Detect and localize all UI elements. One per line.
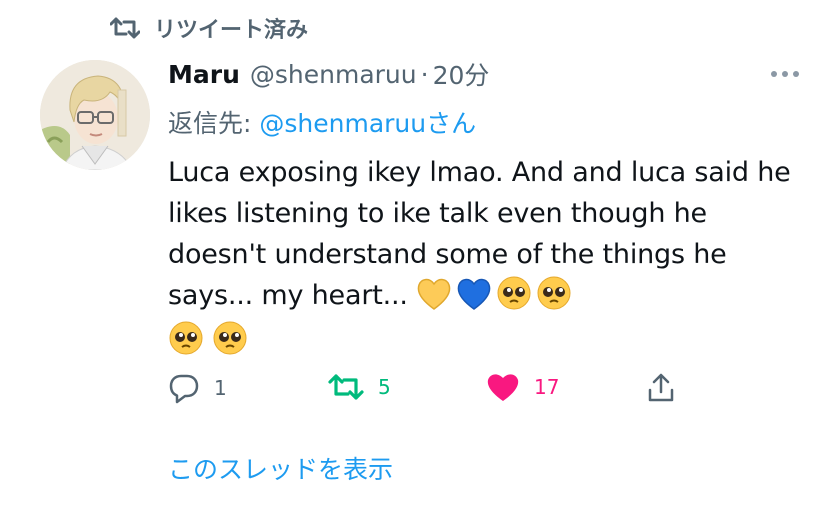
reply-prefix: 返信先: <box>168 109 260 138</box>
reply-to-link[interactable]: @shenmaruu <box>259 109 426 138</box>
blue-heart-icon <box>456 277 492 323</box>
retweet-button[interactable]: 5 <box>328 372 391 402</box>
tweet-body: Maru @shenmaruu · 20分 返信先: @shenmaruuさん … <box>168 56 808 364</box>
more-options-icon[interactable] <box>770 64 800 83</box>
author-name[interactable]: Maru <box>168 60 240 89</box>
reply-count: 1 <box>214 376 227 400</box>
reply-context: 返信先: @shenmaruuさん <box>168 104 808 138</box>
pleading-face-icon <box>168 320 204 368</box>
tweet-text: Luca exposing ikey lmao. And and luca sa… <box>168 152 808 364</box>
like-count: 17 <box>534 375 560 399</box>
share-button[interactable] <box>646 372 676 404</box>
retweet-banner: リツイート済み <box>110 12 308 44</box>
tweet-time[interactable]: 20分 <box>433 56 490 92</box>
author-handle[interactable]: @shenmaruu <box>250 60 417 89</box>
tweet-header: Maru @shenmaruu · 20分 <box>168 56 808 92</box>
retweet-icon <box>110 15 140 41</box>
emoji-row <box>168 321 808 364</box>
share-icon <box>646 372 676 404</box>
avatar[interactable] <box>40 60 150 170</box>
separator-dot: · <box>420 59 429 89</box>
retweet-count: 5 <box>378 375 391 399</box>
retweet-banner-label: リツイート済み <box>154 18 309 43</box>
tweet-actions: 1 5 17 <box>168 372 688 410</box>
pleading-face-icon <box>212 320 248 368</box>
heart-icon <box>486 372 520 402</box>
like-button[interactable]: 17 <box>486 372 559 402</box>
pleading-face-icon <box>496 275 532 323</box>
retweet-icon <box>328 372 364 402</box>
yellow-heart-icon <box>416 277 452 323</box>
reply-suffix: さん <box>426 109 477 138</box>
reply-icon <box>168 372 200 404</box>
pleading-face-icon <box>536 275 572 323</box>
reply-button[interactable]: 1 <box>168 372 227 404</box>
show-thread-link[interactable]: このスレッドを表示 <box>168 450 393 486</box>
